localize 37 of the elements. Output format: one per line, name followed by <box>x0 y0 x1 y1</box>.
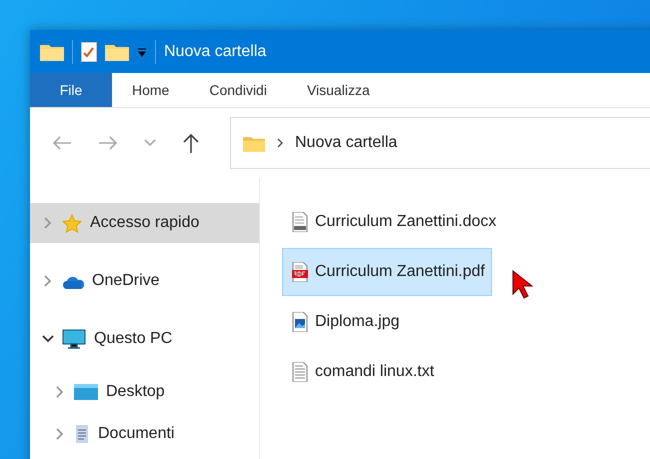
chevron-right-icon <box>42 275 54 287</box>
address-bar[interactable]: Nuova cartella <box>230 117 650 169</box>
forward-arrow-icon[interactable] <box>98 135 118 151</box>
folder-icon[interactable] <box>40 42 64 60</box>
chevron-down-icon[interactable] <box>144 139 156 147</box>
window-title: Nuova cartella <box>164 42 266 60</box>
checklist-icon[interactable] <box>81 42 97 62</box>
breadcrumb-item[interactable]: Nuova cartella <box>295 134 398 152</box>
file-item[interactable]: Diploma.jpg <box>282 298 406 346</box>
sidebar-item[interactable]: Documenti <box>30 419 259 449</box>
chevron-down-icon <box>42 333 54 345</box>
folder-icon[interactable] <box>105 42 129 60</box>
file-item[interactable]: Curriculum Zanettini.pdf <box>282 248 492 296</box>
folder-icon <box>243 134 265 152</box>
sidebar-item[interactable]: Questo PC <box>30 319 259 359</box>
star-icon <box>62 214 82 232</box>
sidebar-item[interactable]: Desktop <box>30 377 259 407</box>
up-arrow-icon[interactable] <box>182 133 200 153</box>
chevron-right-icon <box>42 217 54 229</box>
mouse-pointer-icon <box>512 270 534 300</box>
dropdown-icon[interactable] <box>137 46 147 56</box>
back-arrow-icon[interactable] <box>52 135 72 151</box>
file-tab[interactable]: File <box>30 73 112 107</box>
pdf-file-icon <box>292 262 308 282</box>
chevron-right-icon <box>54 428 66 440</box>
image-file-icon <box>292 312 308 332</box>
chevron-right-icon <box>54 386 66 398</box>
document-icon <box>74 425 90 443</box>
file-item[interactable]: comandi linux.txt <box>282 348 442 396</box>
monitor-icon <box>62 329 86 349</box>
file-item[interactable]: Curriculum Zanettini.docx <box>282 198 504 246</box>
sidebar-item[interactable]: OneDrive <box>30 261 259 301</box>
text-file-icon <box>292 362 308 382</box>
chevron-right-icon <box>277 138 283 148</box>
sidebar-item[interactable]: Accesso rapido <box>30 203 259 243</box>
desktop-folder-icon <box>74 383 98 401</box>
document-icon <box>292 212 308 232</box>
